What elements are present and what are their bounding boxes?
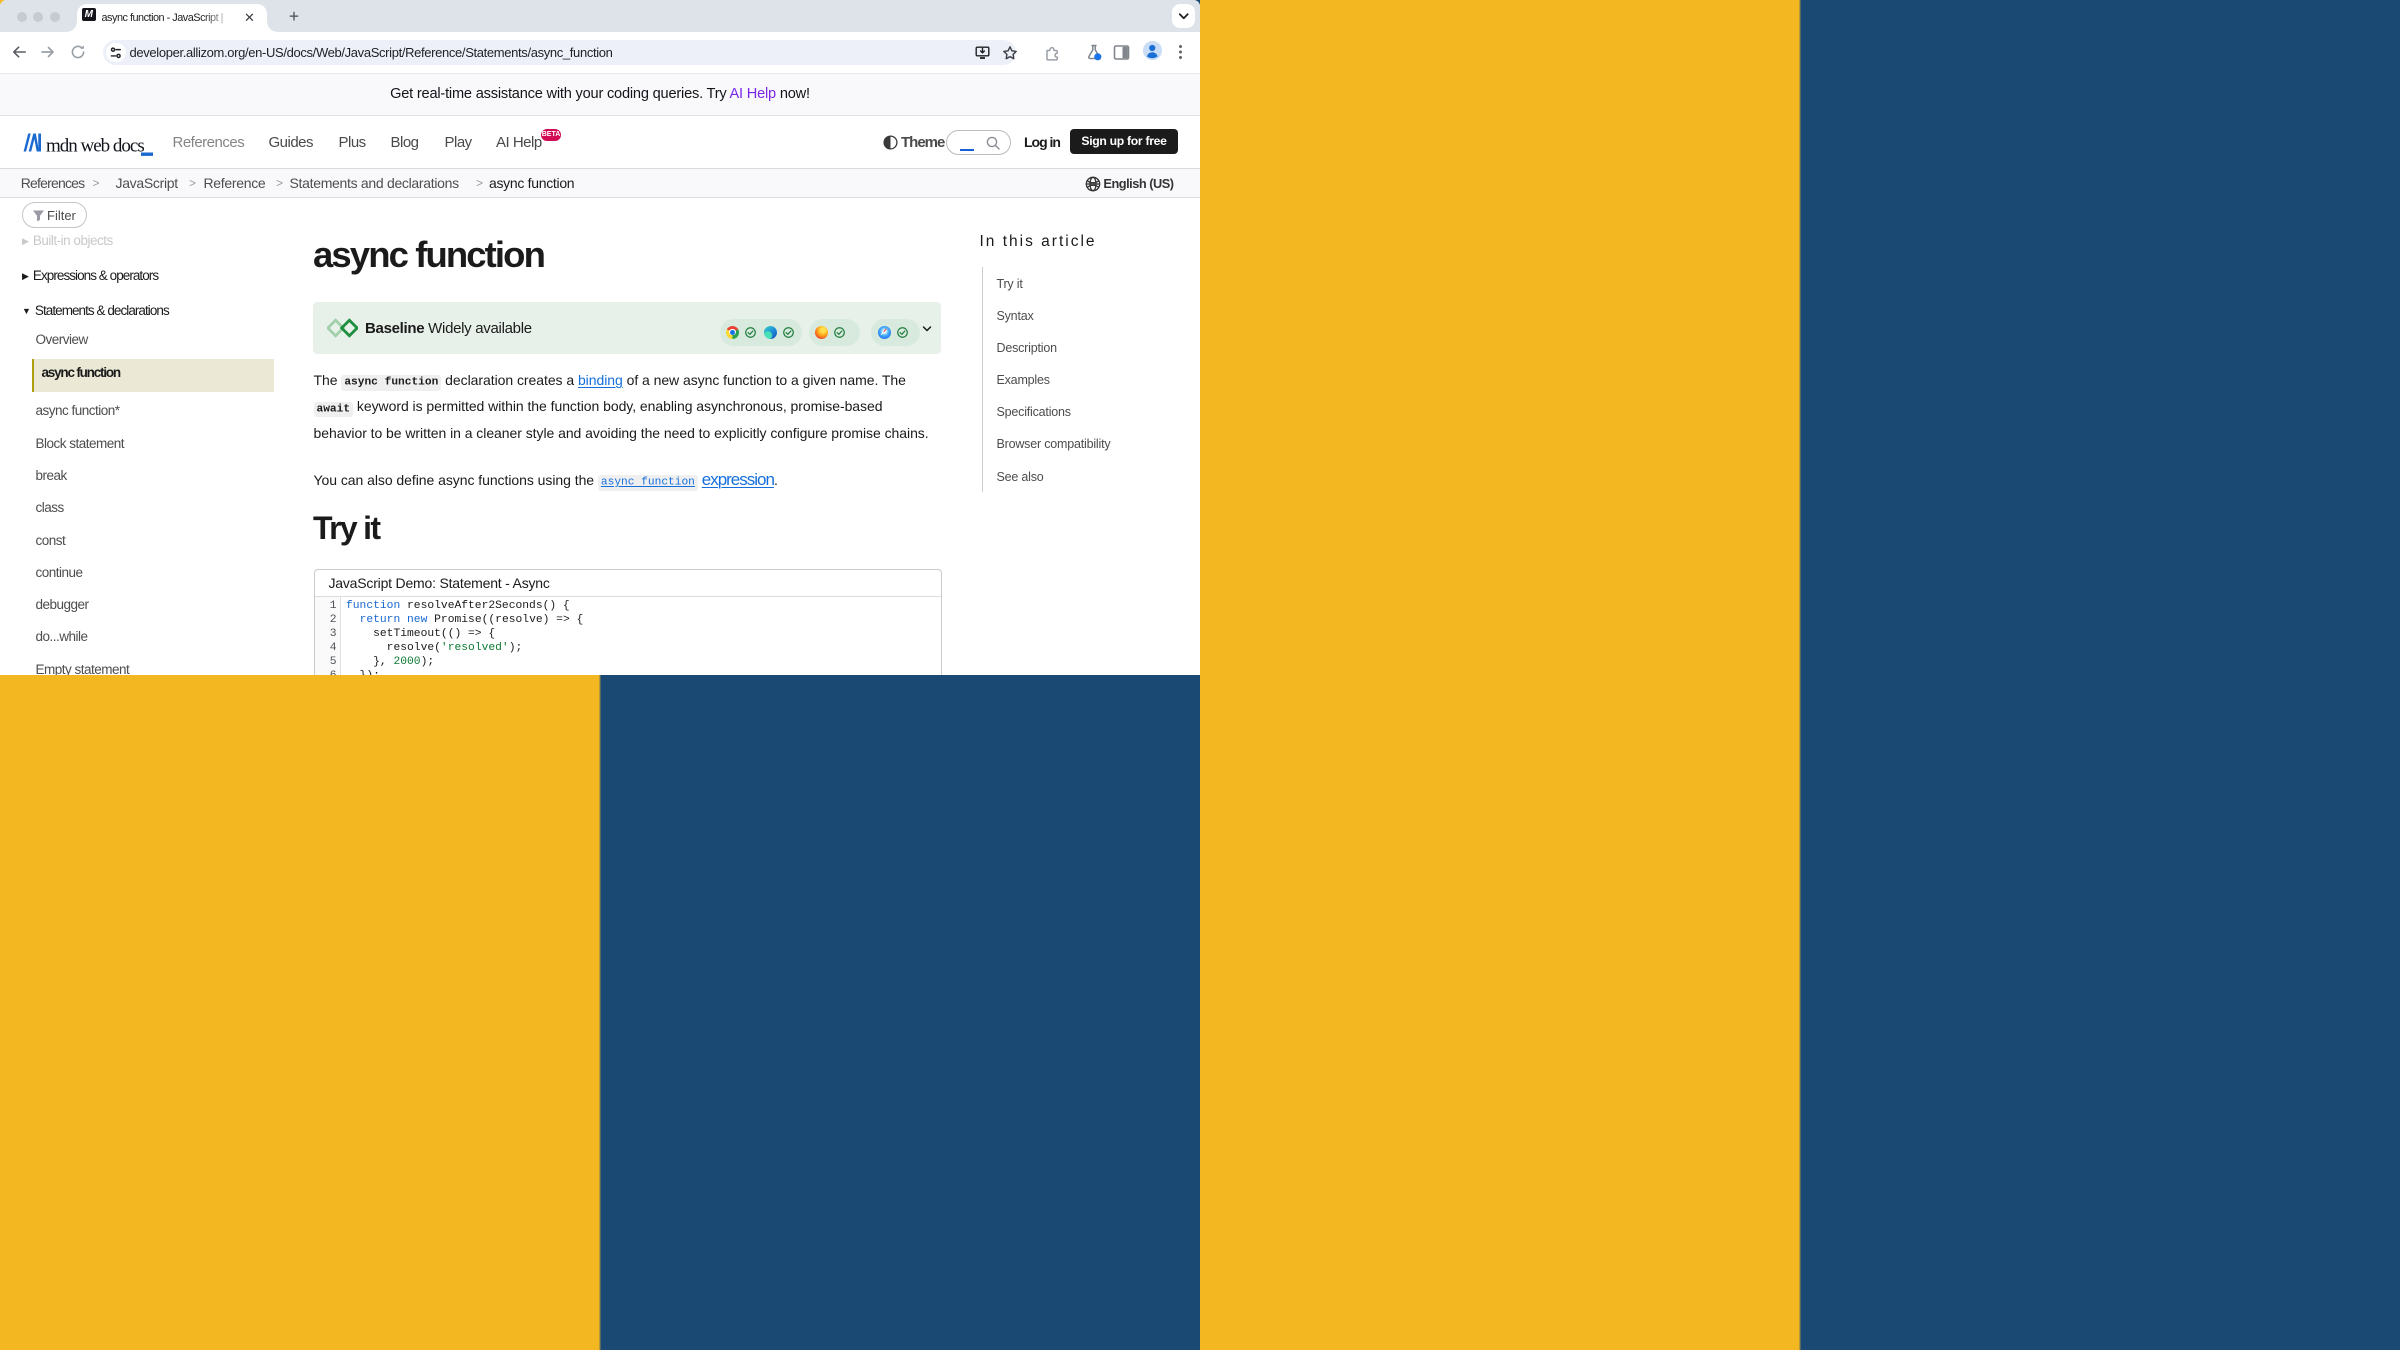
svg-text:mdn web docs: mdn web docs	[46, 136, 144, 157]
